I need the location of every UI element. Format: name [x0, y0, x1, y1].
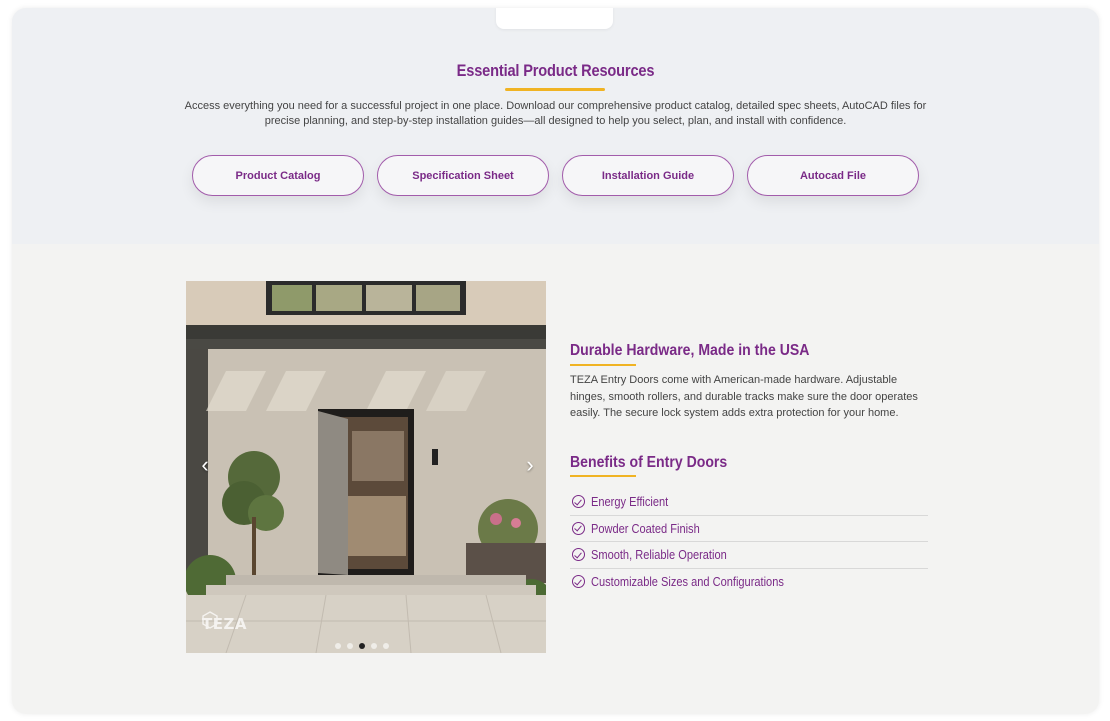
resource-buttons: Product Catalog Specification Sheet Inst…: [192, 155, 921, 196]
installation-guide-button[interactable]: Installation Guide: [562, 155, 734, 196]
list-item: Customizable Sizes and Configurations: [570, 569, 928, 596]
benefits-heading-underline: [570, 475, 636, 477]
benefit-label: Energy Efficient: [591, 494, 669, 510]
list-item: Powder Coated Finish: [570, 516, 928, 542]
page-frame: Essential Product Resources Access every…: [12, 8, 1099, 714]
image-slider[interactable]: ‹ › TEZA: [186, 281, 546, 653]
entry-door-photo: [186, 281, 546, 653]
feature-heading-underline: [570, 364, 636, 366]
benefits-list: Energy Efficient Powder Coated Finish Sm…: [570, 489, 928, 595]
check-circle-icon: [572, 548, 585, 562]
feature-paragraph: TEZA Entry Doors come with American-made…: [570, 374, 918, 419]
list-item: Smooth, Reliable Operation: [570, 542, 928, 569]
top-tab: [496, 8, 613, 29]
benefit-label: Customizable Sizes and Configurations: [591, 574, 784, 590]
slider-dot[interactable]: [347, 643, 353, 649]
slider-dot[interactable]: [335, 643, 341, 649]
benefit-label: Smooth, Reliable Operation: [591, 547, 727, 563]
feature-heading: Durable Hardware, Made in the USA: [570, 342, 810, 359]
resources-section: Essential Product Resources Access every…: [12, 8, 1099, 244]
teza-logo: TEZA: [202, 611, 247, 637]
slider-dot[interactable]: [383, 643, 389, 649]
check-circle-icon: [572, 495, 585, 509]
specification-sheet-button[interactable]: Specification Sheet: [377, 155, 549, 196]
benefits-heading: Benefits of Entry Doors: [570, 454, 728, 471]
list-item: Energy Efficient: [570, 489, 928, 516]
autocad-file-button[interactable]: Autocad File: [747, 155, 919, 196]
benefit-label: Powder Coated Finish: [591, 520, 700, 536]
slider-dot[interactable]: [371, 643, 377, 649]
teza-logo-icon: [202, 611, 218, 629]
resources-title: Essential Product Resources: [456, 61, 655, 80]
check-circle-icon: [572, 575, 585, 589]
check-circle-icon: [572, 521, 585, 535]
slider-dot-active[interactable]: [359, 643, 365, 649]
product-catalog-button[interactable]: Product Catalog: [192, 155, 364, 196]
chevron-right-icon[interactable]: ›: [519, 449, 541, 481]
chevron-left-icon[interactable]: ‹: [194, 449, 216, 481]
resources-description: Access everything you need for a success…: [184, 100, 927, 127]
slider-dots: [335, 643, 389, 649]
title-underline: [505, 88, 605, 91]
